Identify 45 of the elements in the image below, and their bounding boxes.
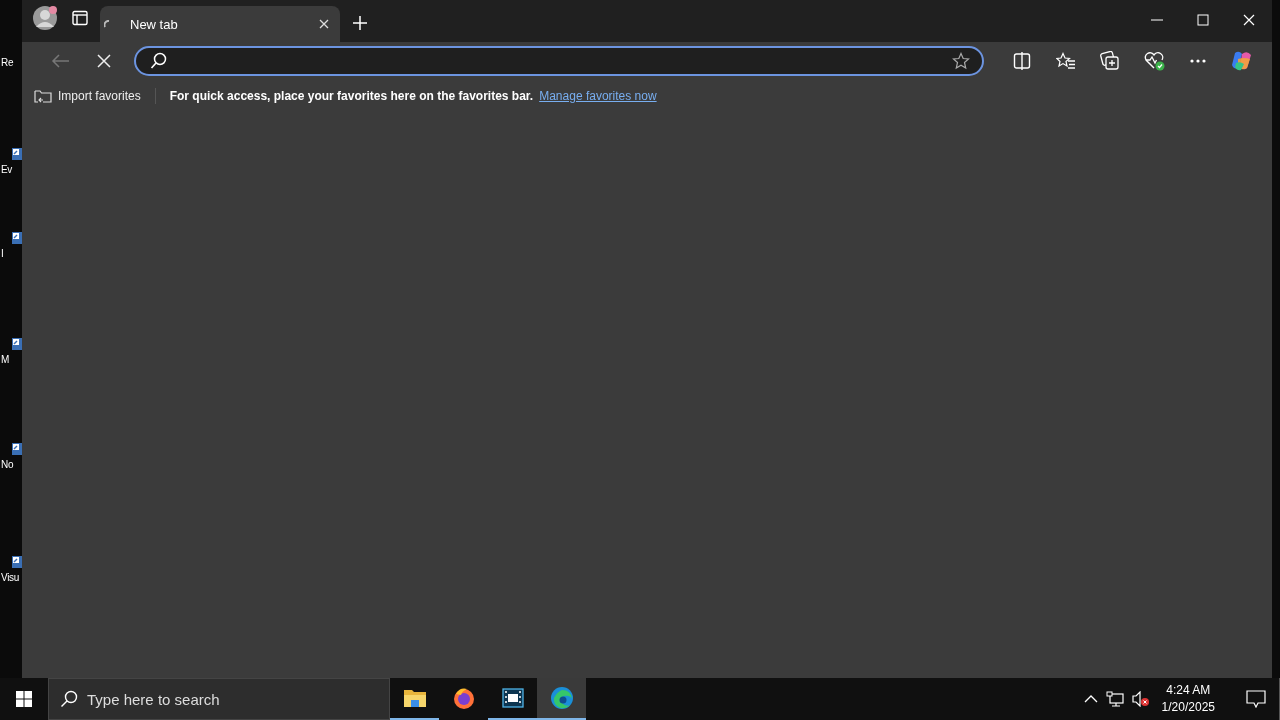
tab-actions-icon [72,10,88,26]
import-favorites-button[interactable]: Import favorites [34,88,156,104]
favorites-icon [1056,52,1076,70]
windows-logo-icon [16,691,32,707]
clock[interactable]: 4:24 AM 1/20/2025 [1157,682,1225,716]
shortcut-icon [12,148,22,160]
stop-loading-icon [97,54,111,68]
search-icon [60,690,78,708]
notification-icon [1246,690,1266,708]
heart-pulse-icon [1143,51,1165,71]
film-icon [501,688,524,708]
shortcut-icon [12,443,22,455]
favorites-bar-hint: For quick access, place your favorites here on the favorites bar. [169,89,534,103]
desktop-icon-label[interactable]: Visu [0,572,20,583]
fox-globe-icon [451,686,476,710]
time: 4:24 AM [1166,682,1211,699]
desktop-icon-label[interactable]: I [0,248,4,259]
chevron-up-icon [1083,694,1098,704]
split-screen-icon [1013,52,1031,70]
shortcut-icon [12,556,22,568]
network-icon [1105,691,1124,707]
profile-avatar-icon [32,5,58,31]
more-icon [1189,58,1207,64]
folder-icon [402,687,427,709]
browser-tab[interactable]: New tab [100,6,340,42]
search-icon [150,52,168,70]
speaker-muted-icon [1131,691,1150,707]
date: 1/20/2025 [1161,699,1215,716]
plus-icon [352,15,368,31]
address-field[interactable] [134,46,984,76]
desktop-icon-label[interactable]: Ev [0,164,13,175]
close-icon [318,18,330,30]
desktop-icon-label[interactable]: No [0,459,14,470]
maximize-icon [1197,14,1209,26]
desktop-icon-label[interactable]: Re [0,57,14,68]
shortcut-icon [12,338,22,350]
desktop-icon-label[interactable]: M [0,354,10,365]
shortcut-icon [12,232,22,244]
swirl-logo-icon [549,686,574,710]
collections-icon [1100,51,1120,71]
folder-icon [34,88,52,104]
star-icon [952,52,970,70]
close-icon [1243,14,1255,26]
manage-favorites-link[interactable]: Manage favorites now [539,89,657,103]
taskbar-search-field[interactable]: Type here to search [48,678,390,720]
